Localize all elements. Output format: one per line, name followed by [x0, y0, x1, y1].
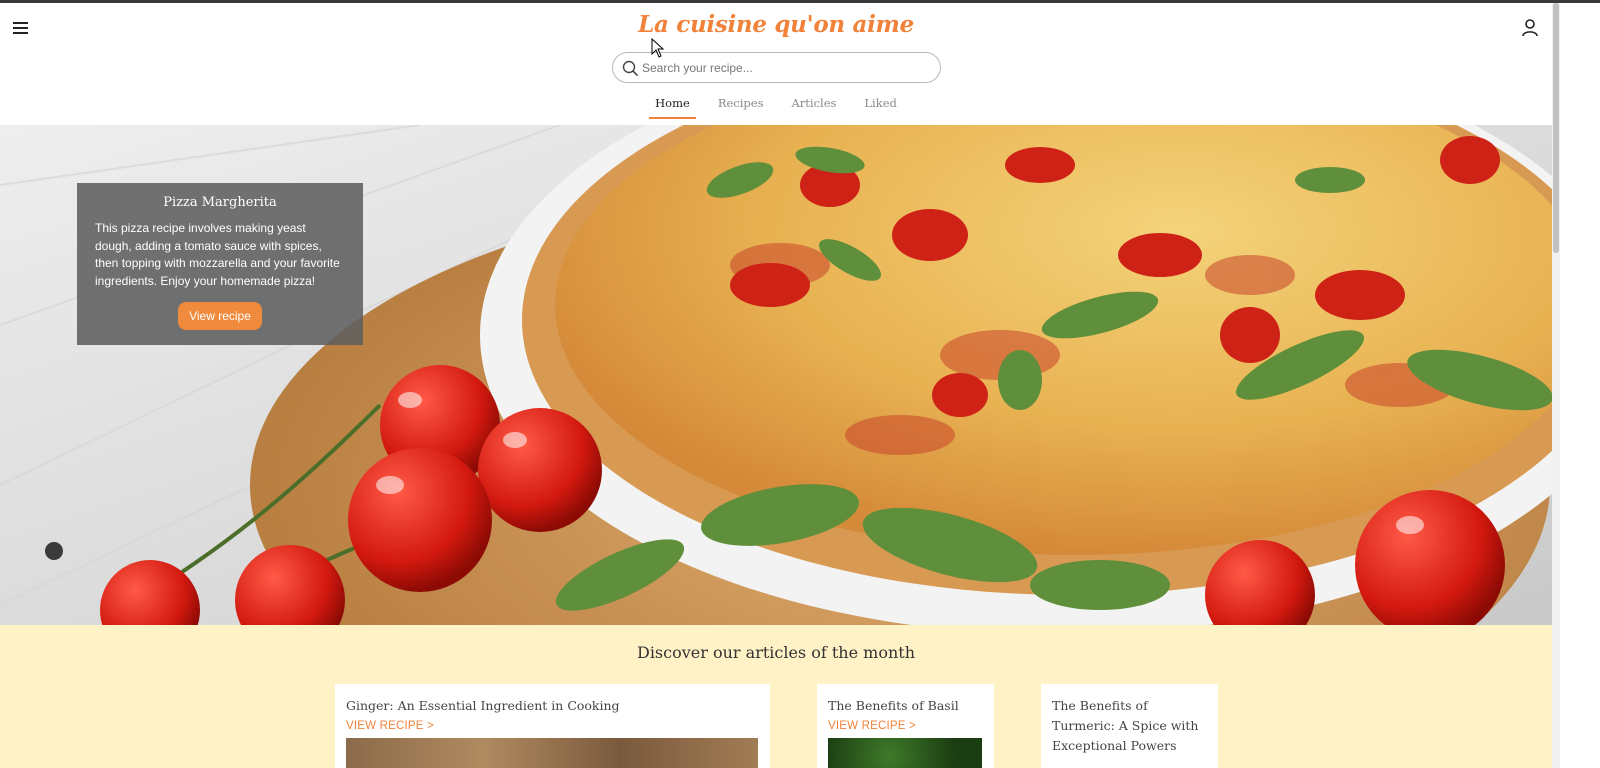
article-card-basil[interactable]: The Benefits of Basil VIEW RECIPE >	[817, 684, 994, 768]
site-header: La cuisine qu'on aime Home Recipes Artic…	[0, 3, 1552, 125]
search-icon	[622, 60, 638, 76]
articles-section: Discover our articles of the month Ginge…	[0, 625, 1552, 768]
user-icon[interactable]	[1521, 18, 1539, 38]
view-recipe-link[interactable]: VIEW RECIPE >	[346, 720, 434, 732]
view-recipe-link[interactable]: VIEW RECIPE >	[828, 720, 916, 732]
article-image	[828, 738, 982, 768]
hero-banner: Pizza Margherita This pizza recipe invol…	[0, 125, 1552, 625]
featured-recipe-card: Pizza Margherita This pizza recipe invol…	[77, 183, 363, 345]
article-card-turmeric[interactable]: The Benefits of Turmeric: A Spice with E…	[1041, 684, 1218, 768]
tab-articles[interactable]: Articles	[787, 96, 840, 119]
featured-recipe-description: This pizza recipe involves making yeast …	[95, 221, 340, 288]
article-title: The Benefits of Turmeric: A Spice with E…	[1052, 698, 1199, 753]
site-logo[interactable]: La cuisine qu'on aime	[0, 11, 1552, 38]
tab-liked[interactable]: Liked	[860, 96, 900, 119]
view-recipe-button[interactable]: View recipe	[178, 302, 262, 330]
article-title: Ginger: An Essential Ingredient in Cooki…	[346, 698, 620, 713]
mouse-cursor-icon	[651, 38, 665, 58]
article-image	[346, 738, 758, 768]
window-edge	[1560, 3, 1600, 768]
scrollbar-thumb[interactable]	[1553, 3, 1559, 253]
main-nav: Home Recipes Articles Liked	[0, 96, 1552, 119]
featured-recipe-title: Pizza Margherita	[163, 195, 277, 210]
article-card-ginger[interactable]: Ginger: An Essential Ingredient in Cooki…	[335, 684, 770, 768]
articles-heading: Discover our articles of the month	[636, 643, 915, 662]
page-scrollbar[interactable]	[1552, 3, 1560, 768]
tab-home[interactable]: Home	[649, 96, 696, 119]
article-title: The Benefits of Basil	[828, 698, 959, 713]
search-input[interactable]	[642, 58, 932, 78]
tab-recipes[interactable]: Recipes	[714, 96, 768, 119]
